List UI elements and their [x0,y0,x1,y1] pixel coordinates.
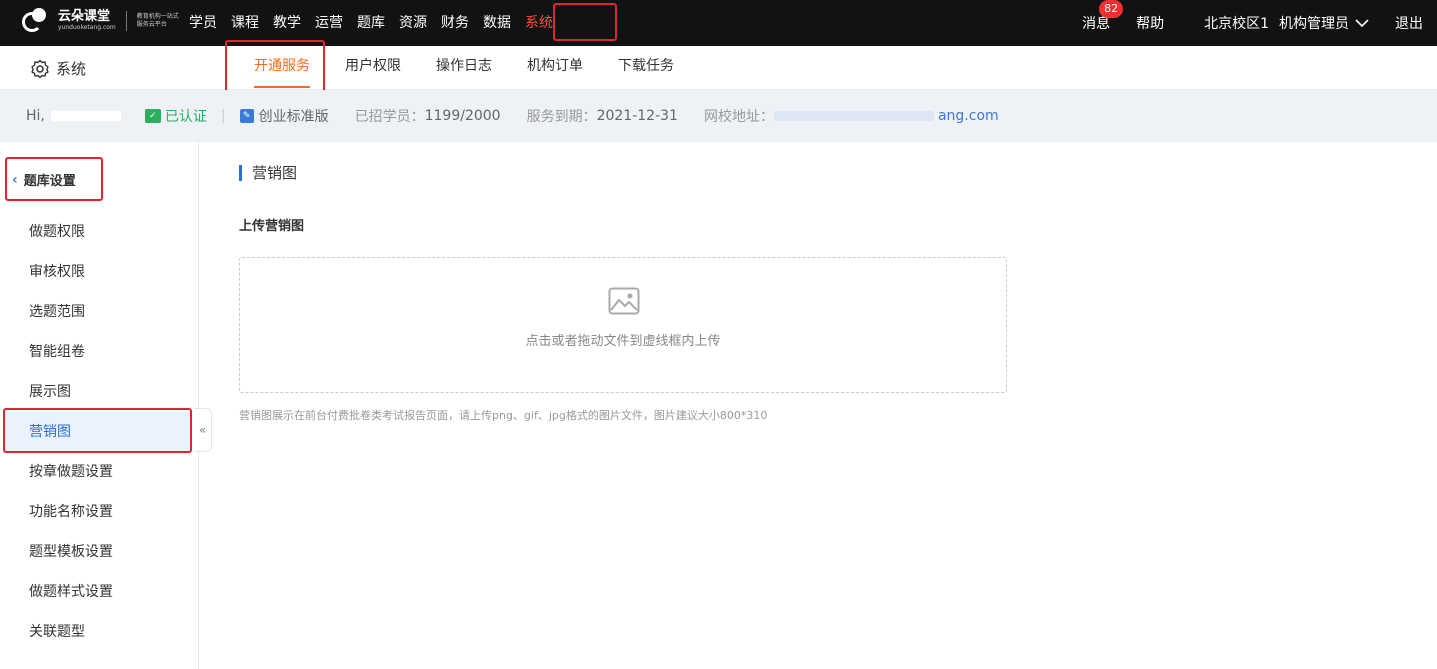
user-menu[interactable]: 机构管理员 [1279,13,1369,33]
nav-item-question-bank[interactable]: 题库 [357,0,385,46]
system-title-label: 系统 [56,60,87,78]
sidebar-item-feature-names[interactable]: 功能名称设置 [5,492,191,532]
redacted-name [50,111,121,121]
redacted-site-prefix [773,111,934,121]
campus-selector[interactable]: 北京校区1 [1204,13,1269,33]
image-icon [608,287,640,315]
sidebar-item-question-templates[interactable]: 题型模板设置 [5,532,191,572]
cloud-logo-icon [22,8,52,34]
messages-label: 消息 [1082,16,1111,32]
logo-text: 云朵课堂 [58,9,111,24]
tab-operation-log[interactable]: 操作日志 [436,46,492,90]
edition-info: ✎ 创业标准版 [239,106,329,126]
students-label: 已招学员： [354,109,425,125]
upload-dropzone[interactable]: 点击或者拖动文件到虚线框内上传 [239,257,1007,393]
logout-link[interactable]: 退出 [1395,13,1423,33]
sidebar-collapse-button[interactable]: « [194,408,212,452]
highlight-box-sidebar-title [5,157,103,201]
account-info-bar: Hi, ✓ 已认证 | ✎ 创业标准版 已招学员： 1199/2000 服务到期… [0,90,1437,142]
verified-badge-icon: ✓ [144,109,161,123]
nav-item-resources[interactable]: 资源 [399,0,427,46]
question-bank-settings-sidebar: ‹ 题库设置 做题权限 审核权限 选题范围 智能组卷 展示图 营销图 按章做题设… [0,142,199,669]
main-content: 营销图 上传营销图 点击或者拖动文件到虚线框内上传 营销图展示在前台付费批卷类考… [200,142,1437,669]
secondary-nav-bar: 系统 开通服务 用户权限 操作日志 机构订单 下载任务 [0,46,1437,90]
sidebar-item-answer-permission[interactable]: 做题权限 [5,212,191,252]
upload-hint: 营销图展示在前台付费批卷类考试报告页面，请上传png、gif、jpg格式的图片文… [239,409,768,422]
help-link[interactable]: 帮助 [1136,13,1164,33]
sidebar-item-review-permission[interactable]: 审核权限 [5,252,191,292]
expiry-label: 服务到期： [526,109,597,125]
gear-icon [31,59,49,78]
top-navigation-bar: 云朵课堂 yunduoketang.com 教育机构一站式服务云平台 学员 课程… [0,0,1437,46]
expiry-value: 2021-12-31 [596,108,678,124]
site-url-link[interactable]: ang.com [938,108,999,124]
verified-label: 已认证 [164,109,207,125]
sidebar-item-chapter-settings[interactable]: 按章做题设置 [5,452,191,492]
logo-slogan: 教育机构一站式服务云平台 [136,13,179,28]
sidebar-item-linked-question-types[interactable]: 关联题型 [5,612,191,652]
nav-item-data[interactable]: 数据 [483,0,511,46]
logo-domain: yunduoketang.com [58,24,116,31]
system-section-title: 系统 [30,58,86,79]
messages-count-badge: 82 [1099,0,1124,18]
greeting: Hi, [26,108,121,124]
site-label: 网校地址： [703,109,774,125]
sidebar-item-question-scope[interactable]: 选题范围 [5,292,191,332]
brand-logo[interactable]: 云朵课堂 yunduoketang.com 教育机构一站式服务云平台 [22,8,181,34]
tab-institution-orders[interactable]: 机构订单 [527,46,583,90]
dropzone-text: 点击或者拖动文件到虚线框内上传 [525,334,721,349]
nav-item-students[interactable]: 学员 [189,0,217,46]
nav-item-system[interactable]: 系统 [525,0,553,46]
section-title: 营销图 [239,165,297,181]
info-separator: | [220,108,226,124]
edition-icon: ✎ [239,109,254,123]
tab-download-tasks[interactable]: 下载任务 [618,46,674,90]
students-value: 1199/2000 [424,108,501,124]
messages-link[interactable]: 消息 82 [1082,0,1124,33]
tab-user-permissions[interactable]: 用户权限 [345,46,401,90]
user-role: 机构管理员 [1279,16,1349,32]
nav-item-finance[interactable]: 财务 [441,0,469,46]
upload-label: 上传营销图 [239,219,305,234]
verified-status: ✓ 已认证 [144,106,207,126]
edition-label: 创业标准版 [258,109,329,125]
highlight-box-system-nav [553,3,617,41]
logo-divider [125,11,127,31]
sidebar-item-display-image[interactable]: 展示图 [5,372,191,412]
top-right-actions: 消息 82 帮助 北京校区1 机构管理员 退出 [1056,0,1423,46]
highlight-box-marketing-image [3,408,192,453]
chevron-down-icon [1355,18,1369,27]
sidebar-item-answer-styles[interactable]: 做题样式设置 [5,572,191,612]
sidebar-item-smart-paper[interactable]: 智能组卷 [5,332,191,372]
